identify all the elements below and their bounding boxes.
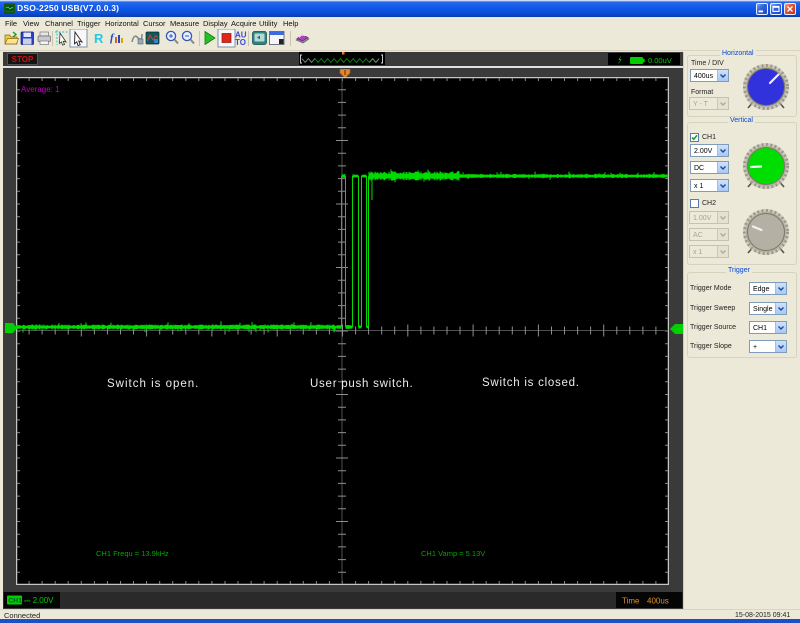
svg-text:Time: Time: [622, 597, 640, 606]
svg-text:CH1 Vamp = 5.13V: CH1 Vamp = 5.13V: [421, 549, 485, 558]
svg-text:TO: TO: [235, 38, 246, 47]
svg-text:CH1: CH1: [8, 598, 22, 605]
svg-text:R: R: [94, 31, 104, 46]
svg-text:Switch is closed.: Switch is closed.: [482, 377, 580, 389]
svg-text:f: f: [110, 32, 115, 44]
svg-text:⎓ 2.00V: ⎓ 2.00V: [24, 596, 54, 605]
svg-text:Switch is open.: Switch is open.: [107, 378, 199, 390]
svg-text:400us: 400us: [647, 597, 669, 606]
svg-text:User push switch.: User push switch.: [310, 378, 414, 390]
svg-text:0.00uV: 0.00uV: [648, 56, 672, 65]
svg-text:CH1 Frequ = 13.9kHz: CH1 Frequ = 13.9kHz: [96, 549, 169, 558]
svg-text:Average: 1: Average: 1: [21, 85, 60, 94]
